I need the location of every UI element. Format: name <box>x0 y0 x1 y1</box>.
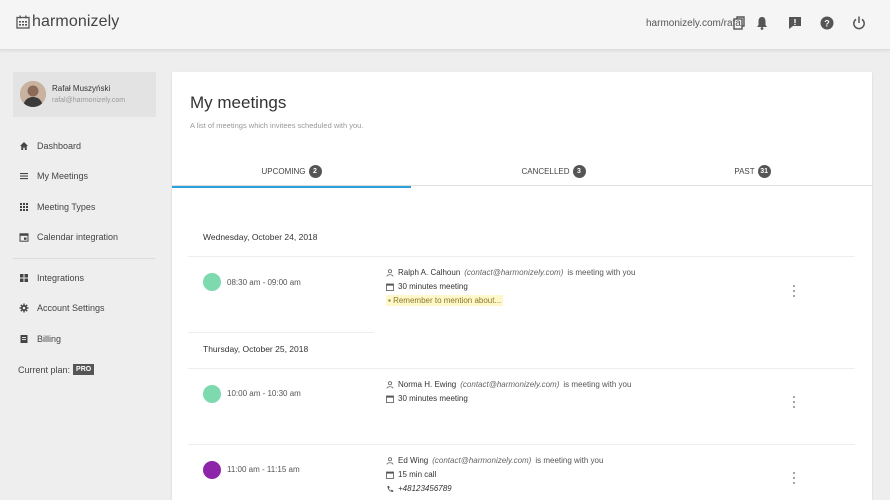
invitee-name: Ralph A. Calhoun <box>398 268 461 277</box>
meeting-phone-line: +48123456789 <box>386 484 452 493</box>
meeting-invitee-line: Norma H. Ewing (contact@harmonizely.com)… <box>386 380 631 389</box>
meeting-color-dot <box>203 385 221 403</box>
user-name: Rafał Muszyński <box>52 84 111 93</box>
note-icon: ▪ <box>388 296 391 305</box>
calendar-icon <box>19 232 29 242</box>
meeting-menu-button[interactable] <box>792 472 796 484</box>
sidebar-item-meeting-types[interactable]: Meeting Types <box>13 197 156 217</box>
home-icon <box>19 141 29 151</box>
tab-label: CANCELLED <box>521 166 570 176</box>
meeting-time: 08:30 am - 09:00 am <box>227 278 301 287</box>
tab-upcoming[interactable]: UPCOMING 2 <box>172 156 411 188</box>
active-tab-indicator <box>172 186 411 188</box>
meeting-type: 15 min call <box>398 470 437 479</box>
sidebar-item-label: Meeting Types <box>37 202 96 212</box>
person-icon <box>386 380 394 389</box>
sidebar-item-label: Dashboard <box>37 141 82 151</box>
calendar-icon <box>386 471 394 479</box>
sidebar-item-label: My Meetings <box>37 171 89 181</box>
meeting-color-dot <box>203 461 221 479</box>
puzzle-icon <box>19 273 29 283</box>
person-icon <box>386 456 394 465</box>
tab-label: PAST <box>734 166 755 176</box>
invitee-status: is meeting with you <box>535 456 604 465</box>
row-divider <box>188 368 855 369</box>
help-icon[interactable]: ? <box>819 15 835 31</box>
meeting-invitee-line: Ed Wing (contact@harmonizely.com) is mee… <box>386 456 603 465</box>
power-icon[interactable] <box>851 15 867 31</box>
feedback-icon[interactable] <box>787 15 803 31</box>
tab-count-badge: 2 <box>308 164 322 178</box>
tab-bar: UPCOMING 2 CANCELLED 3 PAST 31 <box>172 156 872 188</box>
logo[interactable]: harmonizely <box>16 13 119 31</box>
row-divider <box>188 444 855 445</box>
current-plan: Current plan: PRO <box>18 364 95 375</box>
note-text: Remember to mention about... <box>393 296 502 305</box>
meeting-color-dot <box>203 273 221 291</box>
calendar-icon <box>386 395 394 403</box>
bell-icon[interactable] <box>754 15 770 31</box>
sidebar-divider <box>13 258 155 259</box>
meeting-type: 30 minutes meeting <box>398 394 468 403</box>
tab-count-badge: 3 <box>572 164 586 178</box>
sidebar-item-label: Account Settings <box>37 303 105 313</box>
invitee-name: Ed Wing <box>398 456 429 465</box>
sidebar-item-billing[interactable]: Billing <box>13 329 156 349</box>
tab-label: UPCOMING <box>261 166 306 176</box>
user-profile[interactable]: Rafał Muszyński rafal@harmonizely.com <box>13 72 156 117</box>
meeting-menu-button[interactable] <box>792 285 796 297</box>
invitee-email[interactable]: (contact@harmonizely.com) <box>464 268 563 277</box>
tab-past[interactable]: PAST 31 <box>633 156 872 186</box>
meeting-type: 30 minutes meeting <box>398 282 468 291</box>
sidebar-item-label: Billing <box>37 334 62 344</box>
copy-icon[interactable] <box>731 15 747 31</box>
sidebar-item-account-settings[interactable]: Account Settings <box>13 298 156 318</box>
meeting-type-line: 30 minutes meeting <box>386 394 468 403</box>
page-title: My meetings <box>190 93 287 112</box>
meeting-invitee-line: Ralph A. Calhoun (contact@harmonizely.co… <box>386 268 635 277</box>
phone-icon <box>386 485 394 493</box>
tab-count-badge: 31 <box>757 164 771 178</box>
meeting-menu-button[interactable] <box>792 396 796 408</box>
person-icon <box>386 268 394 277</box>
list-icon <box>19 171 29 181</box>
invitee-status: is meeting with you <box>563 380 632 389</box>
page-subtitle: A list of meetings which invitees schedu… <box>190 121 364 130</box>
invitee-name: Norma H. Ewing <box>398 380 457 389</box>
invitee-phone[interactable]: +48123456789 <box>398 484 452 493</box>
date-header: Wednesday, October 24, 2018 <box>203 232 318 242</box>
plan-label: Current plan: <box>18 364 71 375</box>
gear-icon <box>19 303 29 313</box>
date-header: Thursday, October 25, 2018 <box>203 344 309 354</box>
invitee-email[interactable]: (contact@harmonizely.com) <box>460 380 559 389</box>
avatar <box>20 81 46 107</box>
sidebar-item-calendar-integration[interactable]: Calendar integration <box>13 227 156 247</box>
meeting-note-line: ▪ Remember to mention about... <box>386 295 504 306</box>
svg-text:?: ? <box>824 18 830 28</box>
meeting-type-line: 30 minutes meeting <box>386 282 468 291</box>
top-bar: harmonizely harmonizely.com/rafal ? <box>0 0 890 50</box>
sidebar-item-my-meetings[interactable]: My Meetings <box>13 166 156 186</box>
grid-icon <box>19 202 29 212</box>
sidebar-item-label: Calendar integration <box>37 232 119 242</box>
row-divider <box>188 256 855 257</box>
row-divider <box>188 332 374 333</box>
invitee-status: is meeting with you <box>567 268 636 277</box>
booking-url[interactable]: harmonizely.com/rafal <box>646 18 743 29</box>
avatar-photo-icon <box>20 81 46 107</box>
receipt-icon <box>19 334 29 344</box>
sidebar-item-label: Integrations <box>37 273 85 283</box>
calendar-logo-icon <box>16 15 30 29</box>
meeting-time: 11:00 am - 11:15 am <box>227 465 300 474</box>
meeting-type-line: 15 min call <box>386 470 436 479</box>
calendar-icon <box>386 283 394 291</box>
app-name: harmonizely <box>32 13 120 30</box>
sidebar-item-integrations[interactable]: Integrations <box>13 268 156 288</box>
user-email: rafal@harmonizely.com <box>52 97 126 104</box>
plan-badge: PRO <box>73 364 95 375</box>
invitee-email[interactable]: (contact@harmonizely.com) <box>432 456 531 465</box>
meeting-time: 10:00 am - 10:30 am <box>227 389 301 398</box>
sidebar-item-dashboard[interactable]: Dashboard <box>13 136 156 156</box>
meeting-note[interactable]: ▪ Remember to mention about... <box>386 295 504 306</box>
